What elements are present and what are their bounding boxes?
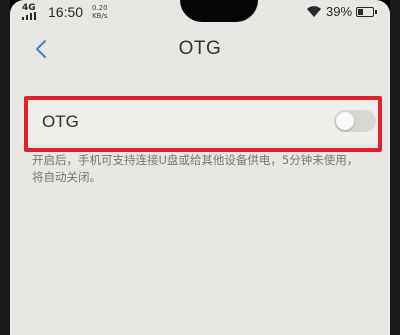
nav-bar: OTG (10, 28, 390, 68)
phone-bezel-left (0, 0, 10, 335)
speed-value: 0.20 (92, 4, 108, 12)
battery-fill (358, 9, 364, 15)
battery-percent: 39% (326, 4, 353, 19)
otg-setting-row[interactable]: OTG (22, 96, 378, 144)
toggle-knob (336, 112, 354, 130)
network-speed: 0.20 KB/s (92, 4, 108, 20)
phone-bezel-right (390, 0, 400, 335)
otg-label: OTG (42, 112, 79, 131)
page-title: OTG (178, 38, 222, 59)
network-type: 4G (22, 3, 36, 13)
signal-icon (22, 12, 36, 20)
speed-unit: KB/s (92, 12, 108, 20)
battery-icon (356, 7, 377, 17)
camera-notch (180, 0, 258, 22)
phone-screen: 4G 16:50 0.20 KB/s 39% OTG OTG 开启后，手机可支持… (10, 0, 390, 335)
clock: 16:50 (48, 4, 84, 20)
otg-toggle[interactable] (334, 110, 376, 132)
wifi-icon (307, 6, 321, 17)
otg-description: 开启后，手机可支持连接U盘或给其他设备供电，5分钟未使用，将自动关闭。 (32, 153, 359, 184)
